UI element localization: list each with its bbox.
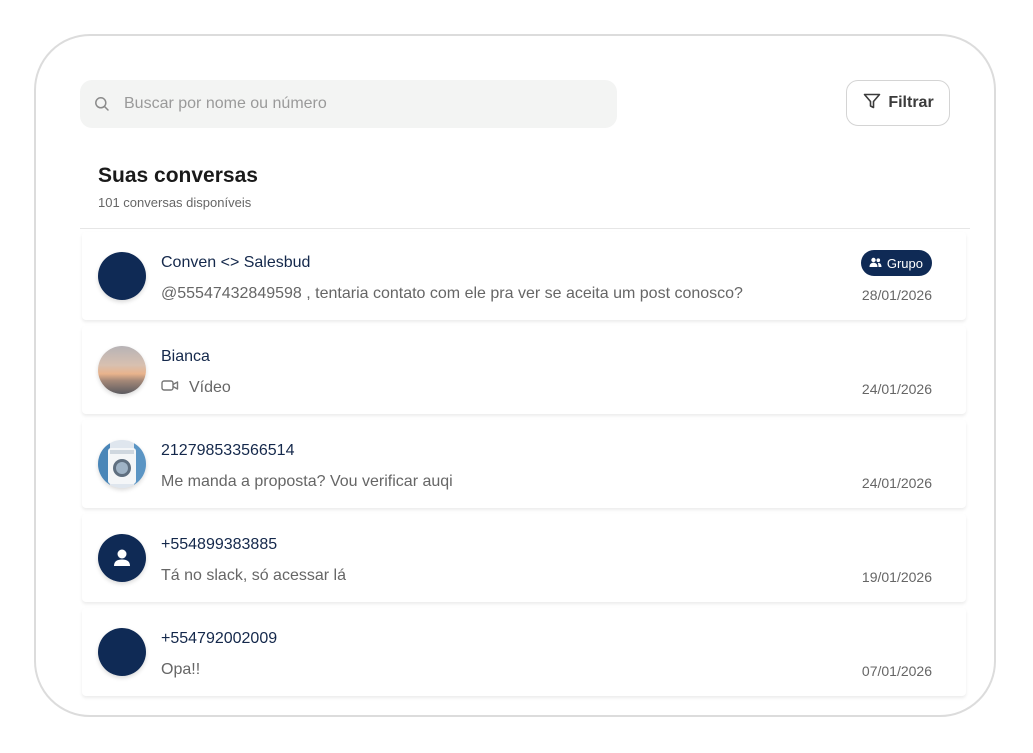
last-message: Opa!! [161, 661, 201, 678]
last-message: Vídeo [189, 379, 231, 396]
conversation-item[interactable]: 212798533566514 Me manda a proposta? Vou… [82, 420, 966, 508]
contact-name: +554899383885 [161, 536, 278, 553]
search-icon [94, 96, 110, 112]
last-message: Tá no slack, só acessar lá [161, 567, 346, 584]
users-icon [869, 256, 882, 271]
contact-name: Conven <> Salesbud [161, 254, 311, 271]
filter-label: Filtrar [888, 94, 934, 111]
search-input[interactable] [122, 94, 606, 114]
divider [80, 228, 970, 229]
avatar [98, 252, 146, 300]
group-badge: Grupo [860, 250, 932, 276]
conversation-item[interactable]: Conven <> Salesbud @55547432849598 , ten… [82, 232, 966, 320]
last-message: @55547432849598 , tentaria contato com e… [161, 285, 743, 302]
conversation-item[interactable]: +554899383885 Tá no slack, só acessar lá… [82, 514, 966, 602]
message-date: 07/01/2026 [861, 663, 932, 679]
conversations-panel: Filtrar Suas conversas 101 conversas dis… [34, 34, 996, 717]
message-date: 24/01/2026 [861, 381, 932, 397]
conversation-item[interactable]: Bianca Vídeo 24/01/2026 [82, 326, 966, 414]
page-title: Suas conversas [98, 164, 258, 187]
search-bar[interactable] [80, 80, 617, 128]
filter-icon [862, 91, 882, 116]
conversation-item[interactable]: +554792002009 Opa!! 07/01/2026 [82, 608, 966, 696]
conversation-count: 101 conversas disponíveis [98, 195, 252, 210]
message-date: 24/01/2026 [861, 475, 932, 491]
conversation-list: Conven <> Salesbud @55547432849598 , ten… [82, 232, 966, 702]
video-icon [161, 379, 179, 397]
last-message: Me manda a proposta? Vou verificar auqi [161, 473, 453, 490]
message-date: 19/01/2026 [861, 569, 932, 585]
contact-name: 212798533566514 [161, 442, 295, 459]
avatar [98, 440, 146, 488]
contact-name: Bianca [161, 348, 210, 365]
filter-button[interactable]: Filtrar [846, 80, 950, 126]
avatar [98, 346, 146, 394]
badge-label: Grupo [886, 255, 923, 271]
avatar [98, 628, 146, 676]
contact-name: +554792002009 [161, 630, 278, 647]
person-icon [114, 549, 130, 566]
avatar [98, 534, 146, 582]
message-date: 28/01/2026 [861, 287, 932, 303]
